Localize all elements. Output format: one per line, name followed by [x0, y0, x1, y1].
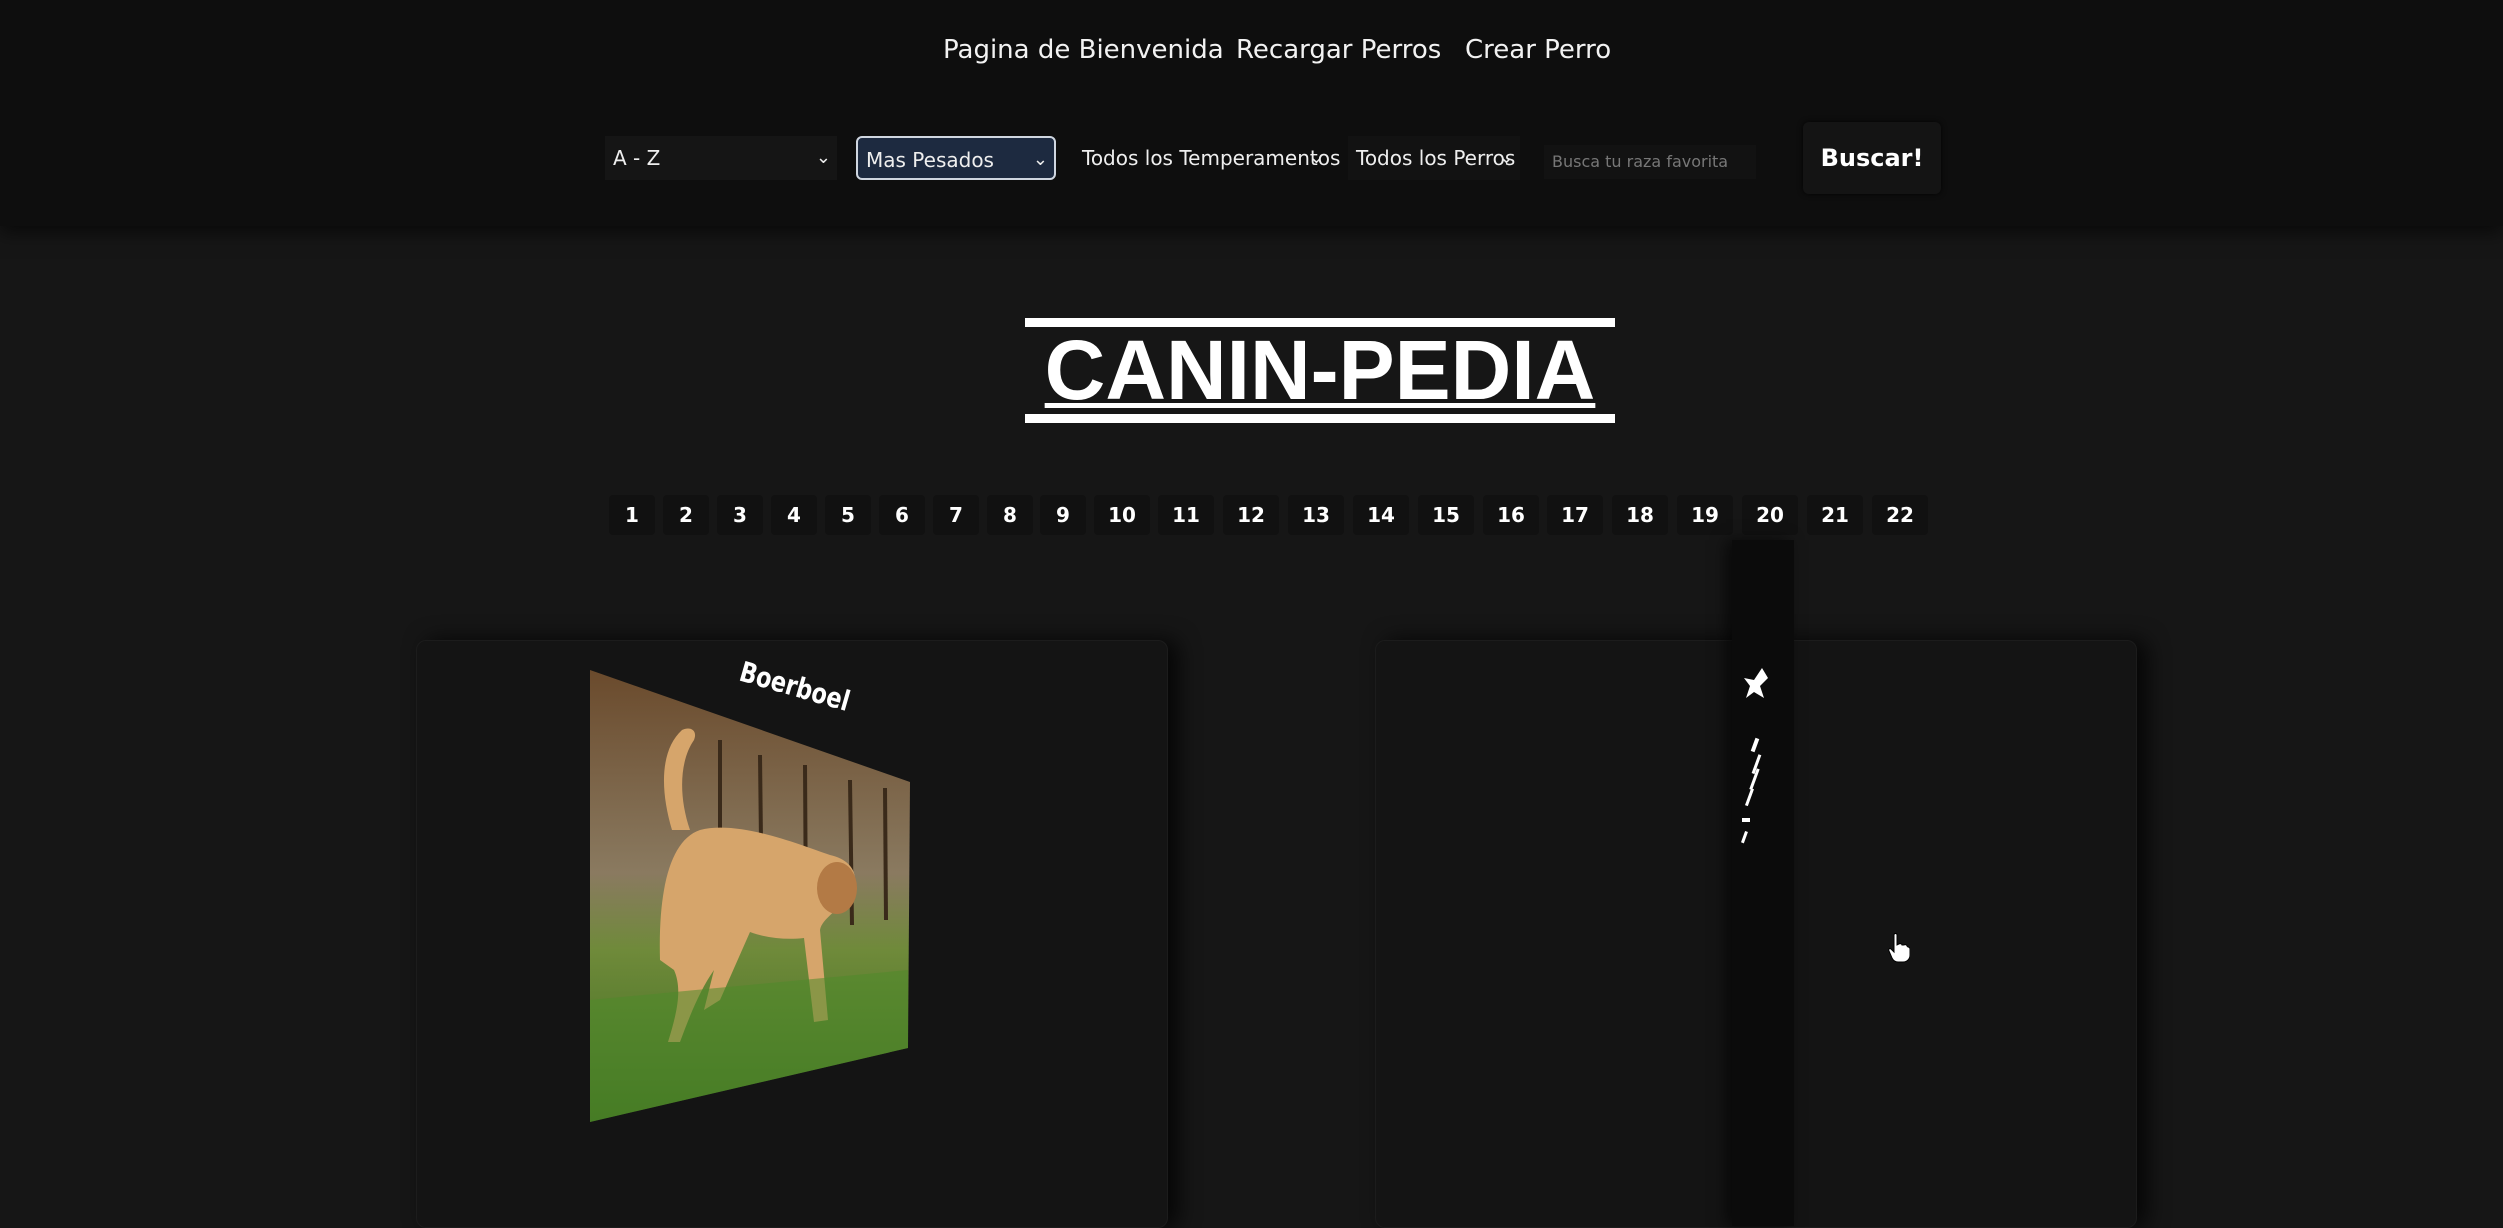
nav-create-link[interactable]: Crear Perro — [1465, 30, 1611, 70]
flipped-card-text — [1741, 668, 1768, 844]
page-button[interactable]: 8 — [987, 495, 1033, 535]
main-nav: Pagina de Bienvenida Recargar Perros Cre… — [0, 30, 2503, 70]
chevron-down-icon: ⌄ — [1308, 147, 1324, 168]
page-button[interactable]: 3 — [717, 495, 763, 535]
dogs-source-select-value: Todos los Perros — [1356, 146, 1516, 170]
nav-reload-link[interactable]: Recargar Perros — [1236, 30, 1441, 70]
page-button[interactable]: 2 — [663, 495, 709, 535]
page-button[interactable]: 5 — [825, 495, 871, 535]
temperament-select[interactable]: Todos los Temperamentos ⌄ — [1074, 136, 1340, 180]
page-button[interactable]: 22 — [1872, 495, 1928, 535]
pagination: 1 2 3 4 5 6 7 8 9 10 11 12 13 14 15 16 1… — [0, 495, 2503, 535]
search-button[interactable]: Buscar! — [1803, 122, 1941, 194]
page-button[interactable]: 17 — [1547, 495, 1603, 535]
weight-select-value: Mas Pesados — [866, 148, 994, 172]
order-select-value: A - Z — [613, 146, 661, 170]
page-button[interactable]: 1 — [609, 495, 655, 535]
chevron-down-icon: ⌄ — [815, 147, 831, 168]
search-input[interactable]: Busca tu raza favorita — [1544, 145, 1756, 179]
page-button[interactable]: 15 — [1418, 495, 1474, 535]
page-button[interactable]: 10 — [1094, 495, 1150, 535]
page-button[interactable]: 7 — [933, 495, 979, 535]
page-button[interactable]: 4 — [771, 495, 817, 535]
page-button[interactable]: 14 — [1353, 495, 1409, 535]
page-button[interactable]: 13 — [1288, 495, 1344, 535]
nav-welcome-link[interactable]: Pagina de Bienvenida — [943, 30, 1224, 70]
page-button[interactable]: 20 — [1742, 495, 1798, 535]
page-button[interactable]: 9 — [1040, 495, 1086, 535]
flipping-card-edge — [1732, 540, 1794, 1226]
dogs-source-select[interactable]: Todos los Perros ⌄ — [1348, 136, 1520, 180]
page-title: CANIN-PEDIA — [1025, 318, 1615, 423]
page-button[interactable]: 6 — [879, 495, 925, 535]
top-header: Pagina de Bienvenida Recargar Perros Cre… — [0, 0, 2503, 226]
page-button[interactable]: 12 — [1223, 495, 1279, 535]
chevron-down-icon: ⌄ — [1498, 147, 1514, 168]
chevron-down-icon: ⌄ — [1032, 149, 1048, 170]
page-button[interactable]: 19 — [1677, 495, 1733, 535]
dog-photo — [590, 670, 910, 1122]
weight-select[interactable]: Mas Pesados ⌄ — [856, 136, 1056, 180]
temperament-select-value: Todos los Temperamentos — [1082, 146, 1341, 170]
order-select[interactable]: A - Z ⌄ — [605, 136, 837, 180]
page-button[interactable]: 11 — [1158, 495, 1214, 535]
page-button[interactable]: 21 — [1807, 495, 1863, 535]
page-button[interactable]: 18 — [1612, 495, 1668, 535]
hand-pointer-icon — [1888, 933, 1910, 963]
page-button[interactable]: 16 — [1483, 495, 1539, 535]
